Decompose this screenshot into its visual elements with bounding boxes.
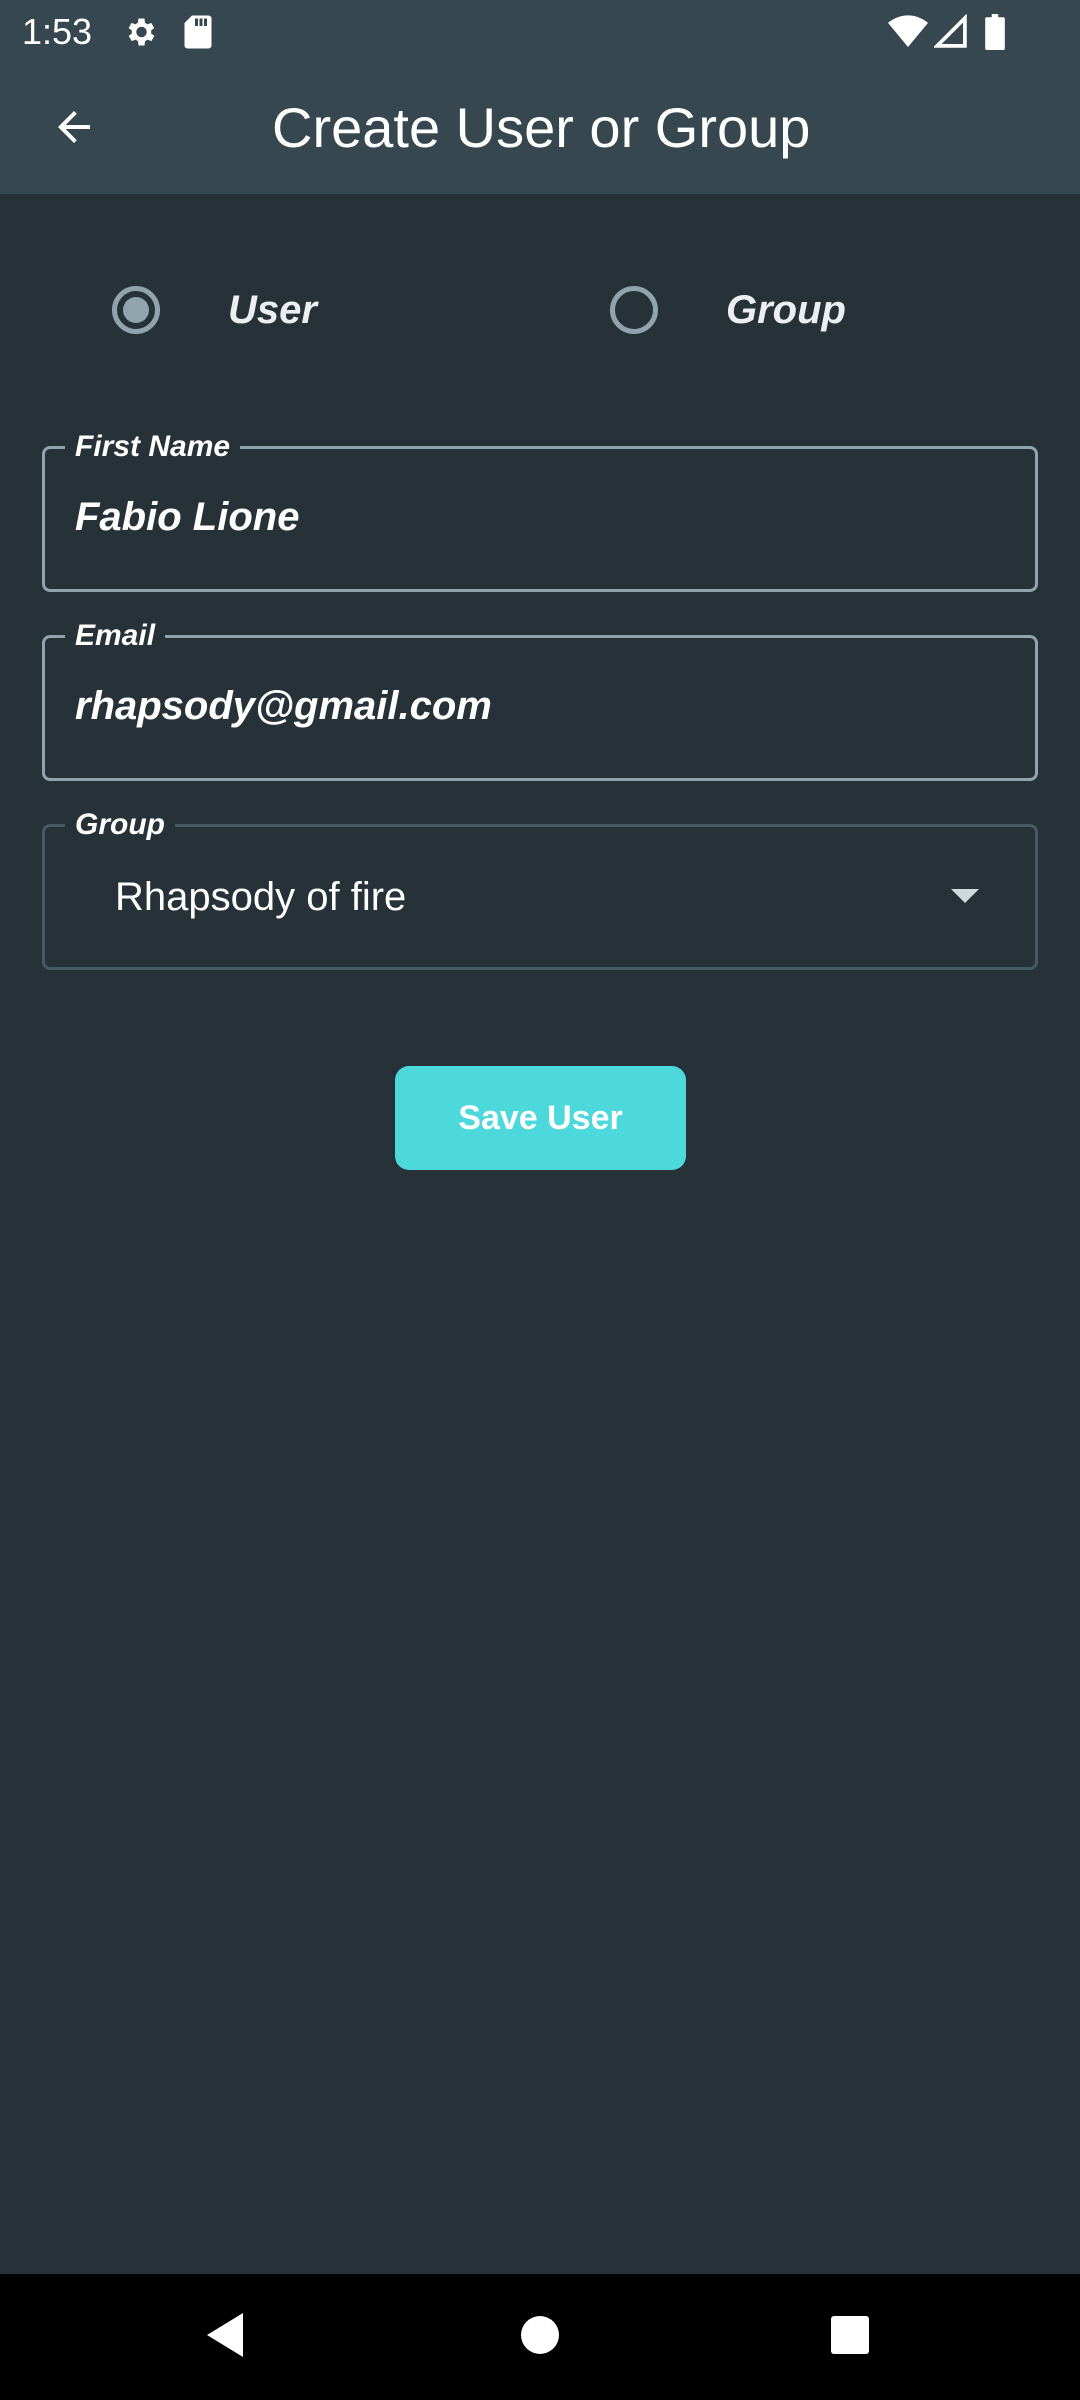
sd-card-icon bbox=[182, 14, 214, 50]
first-name-input[interactable]: Fabio Lione bbox=[75, 489, 299, 545]
email-field[interactable]: Email rhapsody@gmail.com bbox=[42, 616, 1038, 781]
nav-home-button[interactable] bbox=[470, 2274, 610, 2400]
app-bar: Create User or Group bbox=[0, 64, 1080, 194]
radio-label-user: User bbox=[228, 287, 317, 332]
email-label: Email bbox=[65, 616, 166, 656]
recents-square-icon bbox=[830, 2315, 870, 2360]
wifi-icon bbox=[888, 14, 928, 50]
back-button[interactable] bbox=[34, 94, 114, 164]
radio-button-user[interactable] bbox=[112, 286, 160, 334]
home-circle-icon bbox=[520, 2315, 560, 2360]
page-title: Create User or Group bbox=[272, 96, 811, 159]
radio-option-user[interactable]: User bbox=[112, 270, 317, 350]
radio-selected-dot bbox=[123, 297, 149, 323]
settings-icon bbox=[122, 14, 158, 50]
group-label: Group bbox=[65, 805, 175, 845]
radio-label-group: Group bbox=[726, 287, 846, 332]
system-nav-bar bbox=[0, 2274, 1080, 2400]
group-select[interactable]: Group Rhapsody of fire bbox=[42, 805, 1038, 970]
battery-icon bbox=[984, 14, 1006, 50]
status-bar: 1:53 bbox=[0, 0, 1080, 64]
signal-icon bbox=[934, 14, 968, 50]
chevron-down-icon[interactable] bbox=[951, 889, 979, 903]
first-name-label: First Name bbox=[65, 427, 241, 467]
arrow-left-icon bbox=[50, 103, 98, 156]
nav-back-button[interactable] bbox=[155, 2274, 295, 2400]
email-input[interactable]: rhapsody@gmail.com bbox=[75, 678, 492, 734]
group-selected-value[interactable]: Rhapsody of fire bbox=[115, 869, 406, 925]
first-name-field[interactable]: First Name Fabio Lione bbox=[42, 427, 1038, 592]
status-time: 1:53 bbox=[22, 11, 93, 52]
radio-option-group[interactable]: Group bbox=[610, 270, 846, 350]
radio-button-group[interactable] bbox=[610, 286, 658, 334]
back-triangle-icon bbox=[203, 2311, 247, 2364]
save-user-button[interactable]: Save User bbox=[395, 1066, 686, 1170]
nav-recents-button[interactable] bbox=[780, 2274, 920, 2400]
